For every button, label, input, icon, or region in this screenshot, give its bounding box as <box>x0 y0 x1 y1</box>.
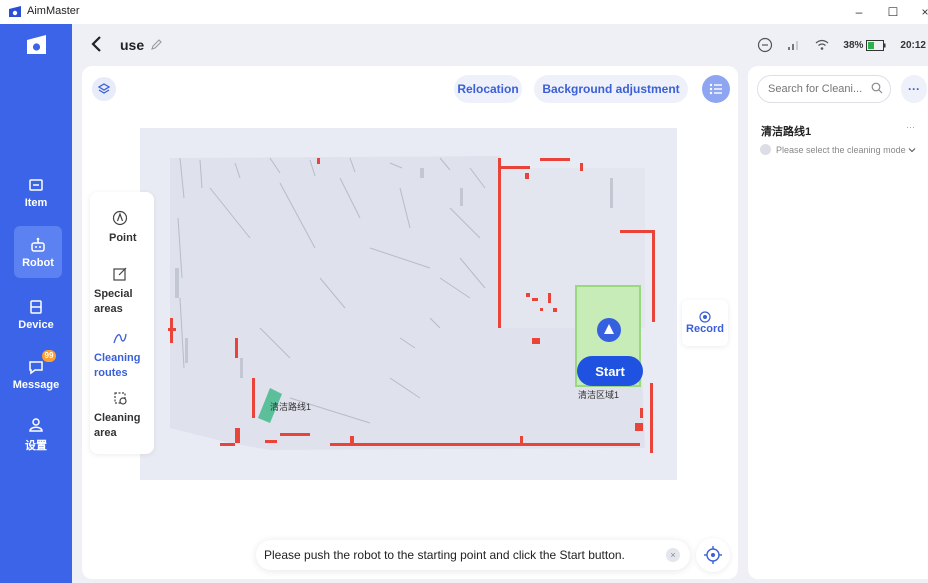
route-item-name[interactable]: 清洁路线1 <box>761 123 811 139</box>
sidebar-item-label: Device <box>18 318 54 331</box>
app-logo-icon <box>9 6 21 17</box>
search-icon[interactable] <box>871 82 883 94</box>
toast-close-button[interactable]: × <box>666 548 680 562</box>
tool-point[interactable]: Point <box>90 210 154 246</box>
cleaning-mode-placeholder: Please select the cleaning mode <box>776 144 906 155</box>
list-menu-button[interactable] <box>702 75 730 103</box>
list-icon <box>709 83 722 95</box>
tool-cleaning-routes[interactable]: Cleaning routes <box>90 330 154 381</box>
sidebar-item-device[interactable]: Device <box>0 286 72 342</box>
brand-logo-icon <box>27 35 46 54</box>
sidebar-item-item[interactable]: Item <box>0 164 72 220</box>
background-adjustment-button[interactable]: Background adjustment <box>534 75 688 103</box>
locate-button[interactable] <box>696 538 730 572</box>
header: use 38% 20:12 <box>72 24 928 66</box>
route-map-label: 清洁路线1 <box>270 402 312 412</box>
message-badge: 99 <box>42 350 56 362</box>
tool-label: Point <box>109 232 137 244</box>
crosshair-icon <box>704 546 722 564</box>
sidebar-item-robot[interactable]: Robot <box>14 226 62 278</box>
area-map-label: 清洁区域1 <box>578 390 620 400</box>
sidebar-item-label: Robot <box>22 256 54 269</box>
message-icon <box>29 360 43 374</box>
map-canvas[interactable]: 清洁路线1 清洁区域1 <box>140 128 677 480</box>
robot-icon <box>31 237 45 252</box>
page-title: use <box>120 37 145 53</box>
settings-icon <box>29 417 43 432</box>
battery-status: 38% <box>843 39 886 51</box>
mode-radio[interactable] <box>760 144 771 155</box>
tool-special-areas[interactable]: Special areas <box>90 266 154 317</box>
tool-label: Cleaning area <box>94 412 141 439</box>
pencil-icon[interactable] <box>150 38 163 51</box>
layers-button[interactable] <box>92 77 116 101</box>
more-options-button[interactable]: ··· <box>901 75 927 103</box>
record-label: Record <box>686 323 724 335</box>
tool-cleaning-area[interactable]: Cleaning area <box>90 390 154 441</box>
sidebar-item-label: 设置 <box>25 439 47 452</box>
record-button[interactable]: Record <box>682 300 728 346</box>
sidebar-item-label: Message <box>12 378 60 391</box>
tool-label: Special areas <box>94 288 133 315</box>
wifi-icon <box>815 39 829 50</box>
relocation-button[interactable]: Relocation <box>454 75 522 103</box>
folder-icon <box>29 178 43 191</box>
signal-icon <box>788 41 799 50</box>
route-icon <box>113 333 127 344</box>
robot-status-icon <box>758 37 773 53</box>
clock: 20:12 <box>900 39 926 51</box>
tool-panel: Point Special areas Cleaning routes Clea… <box>90 192 154 454</box>
tool-label: Cleaning routes <box>94 352 141 379</box>
sidebar-item-label: Item <box>24 196 48 209</box>
toast-message: Please push the robot to the starting po… <box>264 548 625 562</box>
battery-level: 38% <box>843 39 864 51</box>
start-button[interactable]: Start <box>577 356 643 386</box>
app-name: AimMaster <box>27 5 80 17</box>
sidebar-item-message[interactable]: Message 99 <box>0 346 72 402</box>
minimize-button[interactable]: – <box>848 3 870 21</box>
route-item-more-button[interactable]: ··· <box>906 122 915 132</box>
cleaning-mode-select[interactable]: Please select the cleaning mode <box>760 144 916 155</box>
route-list-panel: ··· 清洁路线1 ··· Please select the cleaning… <box>748 66 928 579</box>
chevron-down-icon <box>908 147 915 152</box>
map-card: Relocation Background adjustment 清洁路线1 清… <box>82 66 738 579</box>
maximize-button[interactable]: ☐ <box>882 3 904 21</box>
edit-square-icon <box>113 267 127 281</box>
device-icon <box>30 299 42 314</box>
back-arrow-icon[interactable] <box>90 34 104 54</box>
title-bar: AimMaster – ☐ × <box>0 0 928 24</box>
record-icon <box>699 311 711 323</box>
instruction-toast: Please push the robot to the starting po… <box>256 540 690 570</box>
map-drawing <box>168 156 655 453</box>
sidebar: Item Robot Device Message 99 设置 <box>0 24 72 583</box>
area-icon <box>114 392 127 405</box>
status-bar: 38% 20:12 <box>757 36 928 54</box>
close-window-button[interactable]: × <box>914 3 928 21</box>
layers-icon <box>97 83 111 94</box>
battery-icon <box>866 39 886 51</box>
point-icon <box>112 210 128 226</box>
sidebar-item-settings[interactable]: 设置 <box>0 406 72 462</box>
